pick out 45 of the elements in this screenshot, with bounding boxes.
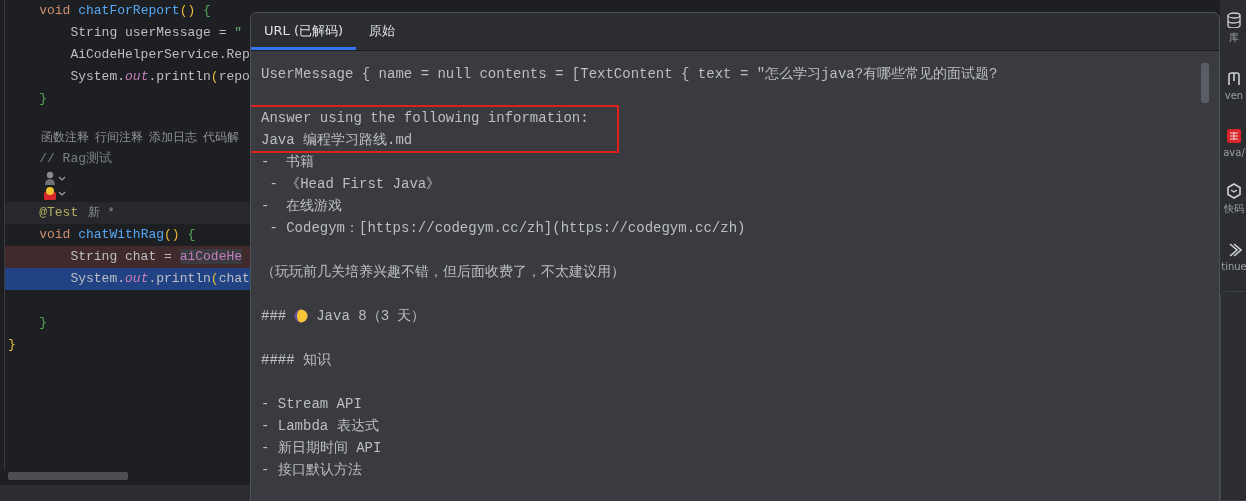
tool-label[interactable]: 库 (1229, 31, 1239, 45)
moon-icon (294, 309, 309, 323)
text-line: - 接口默认方法 (261, 461, 362, 480)
text-line: - 新日期时间 API (261, 439, 382, 458)
code-line: System.out.println(repo (69, 68, 250, 86)
person-icon (44, 170, 56, 185)
code-line: String userMessage = " (69, 24, 243, 42)
tool-label[interactable]: ava/ (1223, 146, 1245, 158)
text-line: - 《Head First Java》 (268, 175, 441, 194)
code-line: } (38, 90, 47, 108)
code-action-link[interactable]: 代码解 (203, 127, 239, 149)
text-line: #### 知识 (261, 351, 331, 370)
text-line: - Stream API (261, 395, 362, 414)
code-line: void chatForReport() { (38, 2, 211, 20)
code-line: // Rag测试 (38, 150, 112, 168)
text-line: Answer using the following information: (261, 109, 589, 128)
tool-label[interactable]: ven (1224, 89, 1244, 101)
tool-label[interactable]: tinue (1221, 260, 1246, 272)
scrollbar-thumb[interactable] (8, 472, 128, 480)
code-line: } (38, 314, 47, 332)
hexagon-icon[interactable] (1226, 183, 1242, 199)
code-action-link[interactable]: 函数注释 (41, 127, 89, 149)
database-icon[interactable] (1226, 12, 1242, 28)
text-line: Java 编程学习路线.md (261, 131, 413, 150)
tab[interactable]: 原始 (356, 13, 409, 50)
tab[interactable]: URL (已解码) (251, 13, 357, 50)
code-line: void chatWithRag() { (38, 226, 196, 244)
badge-icon[interactable] (1226, 127, 1242, 144)
text-line: UserMessage { name = null contents = [TextContent { text = "怎么学习java?有哪些常见的面试题? (261, 65, 998, 84)
tool-label[interactable]: 快码 (1224, 202, 1244, 216)
code-action-link[interactable]: 添加日志 (149, 127, 197, 149)
code-action-link[interactable]: 行间注释 (95, 127, 143, 149)
author-hint[interactable]: 新 * (88, 202, 115, 224)
text-line: - Codegym：[https://codegym.cc/zh](https://codegym.cc/zh) (268, 219, 746, 238)
code-line: } (8, 336, 16, 354)
code-line: AiCodeHelperService.Rep (69, 46, 250, 64)
letter-m-icon[interactable] (1226, 70, 1242, 87)
scrollbar-thumb[interactable] (1201, 63, 1209, 103)
text-line: - 书籍 (261, 153, 315, 172)
text-line: - 在线游戏 (261, 197, 343, 216)
text-line: - Lambda 表达式 (261, 417, 379, 436)
text-line: （玩玩前几关培养兴趣不错，但后面收费了，不太建议用） (261, 263, 625, 282)
text-line: ### (261, 307, 287, 326)
text-line: Java 8（3 天） (316, 307, 426, 326)
person-icon (44, 185, 56, 200)
